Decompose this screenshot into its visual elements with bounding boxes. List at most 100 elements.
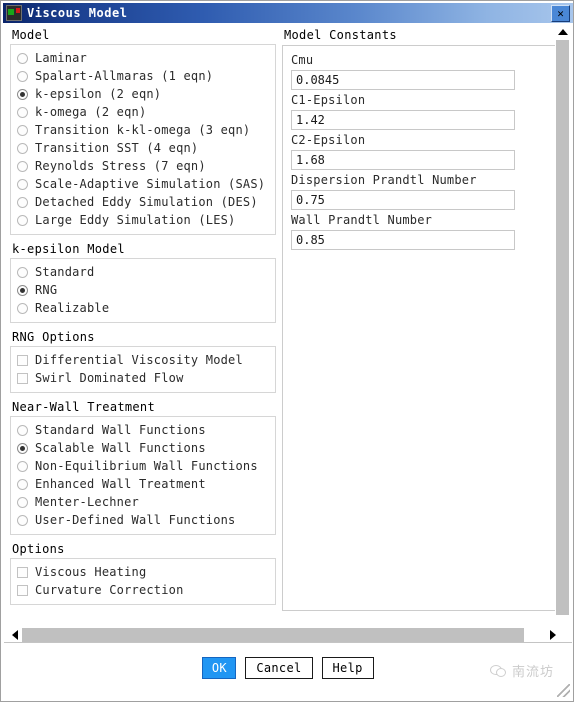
model-radio-label: Reynolds Stress (7 eqn) [35, 159, 206, 173]
vertical-scrollbar[interactable] [555, 25, 570, 623]
nearwall-radio-2[interactable]: Non-Equilibrium Wall Functions [17, 457, 269, 475]
constant-label-1: C1-Epsilon [291, 93, 366, 107]
model-radio-8[interactable]: Detached Eddy Simulation (DES) [17, 193, 269, 211]
model-radio-3[interactable]: k-omega (2 eqn) [17, 103, 269, 121]
radio-checked-icon[interactable] [17, 284, 28, 296]
nearwall-radio-label: Standard Wall Functions [35, 423, 206, 437]
constant-input-2[interactable] [291, 150, 515, 170]
rng-checkbox-0[interactable]: Differential Viscosity Model [17, 351, 269, 369]
rng-options-group-label: RNG Options [12, 330, 95, 344]
radio-unchecked-icon[interactable] [17, 160, 28, 172]
model-radio-label: Detached Eddy Simulation (DES) [35, 195, 258, 209]
rng-checkbox-label: Differential Viscosity Model [35, 353, 243, 367]
checkbox-unchecked-icon[interactable] [17, 354, 28, 366]
radio-unchecked-icon[interactable] [17, 214, 28, 226]
model-radio-6[interactable]: Reynolds Stress (7 eqn) [17, 157, 269, 175]
model-group-label: Model [12, 28, 50, 42]
radio-unchecked-icon[interactable] [17, 496, 28, 508]
model-radio-9[interactable]: Large Eddy Simulation (LES) [17, 211, 269, 229]
title-bar[interactable]: Viscous Model ✕ [3, 3, 573, 23]
model-radio-label: k-omega (2 eqn) [35, 105, 147, 119]
nearwall-radio-label: Enhanced Wall Treatment [35, 477, 206, 491]
model-radio-label: Transition SST (4 eqn) [35, 141, 199, 155]
resize-grip[interactable] [557, 684, 570, 697]
vertical-scroll-thumb[interactable] [556, 40, 569, 615]
kepsilon-radio-label: Realizable [35, 301, 110, 315]
kepsilon-radio-2[interactable]: Realizable [17, 299, 269, 317]
nearwall-radio-1[interactable]: Scalable Wall Functions [17, 439, 269, 457]
radio-unchecked-icon[interactable] [17, 142, 28, 154]
constant-input-1[interactable] [291, 110, 515, 130]
nearwall-radio-5[interactable]: User-Defined Wall Functions [17, 511, 269, 529]
radio-unchecked-icon[interactable] [17, 514, 28, 526]
options-group: Options Viscous Heating Curvature Correct… [10, 539, 276, 605]
constant-label-3: Dispersion Prandtl Number [291, 173, 477, 187]
near-wall-group-label: Near-Wall Treatment [12, 400, 155, 414]
radio-unchecked-icon[interactable] [17, 52, 28, 64]
model-radio-4[interactable]: Transition k-kl-omega (3 eqn) [17, 121, 269, 139]
constant-input-0[interactable] [291, 70, 515, 90]
model-radio-5[interactable]: Transition SST (4 eqn) [17, 139, 269, 157]
radio-unchecked-icon[interactable] [17, 124, 28, 136]
nearwall-radio-label: Non-Equilibrium Wall Functions [35, 459, 258, 473]
nearwall-radio-0[interactable]: Standard Wall Functions [17, 421, 269, 439]
dialog-content: Model Laminar Spalart-Allmaras (1 eqn) k-e… [4, 25, 572, 642]
dialog-footer: OK Cancel Help 南流坊 [4, 642, 572, 699]
radio-unchecked-icon[interactable] [17, 70, 28, 82]
constant-input-3[interactable] [291, 190, 515, 210]
options-checkbox-0[interactable]: Viscous Heating [17, 563, 269, 581]
scroll-left-icon[interactable] [7, 627, 22, 642]
rng-options-group: RNG Options Differential Viscosity Model… [10, 327, 276, 393]
model-radio-0[interactable]: Laminar [17, 49, 269, 67]
model-radio-2[interactable]: k-epsilon (2 eqn) [17, 85, 269, 103]
radio-checked-icon[interactable] [17, 442, 28, 454]
left-pane: Model Laminar Spalart-Allmaras (1 eqn) k-e… [4, 25, 276, 642]
constant-label-2: C2-Epsilon [291, 133, 366, 147]
checkbox-unchecked-icon[interactable] [17, 566, 28, 578]
model-radio-1[interactable]: Spalart-Allmaras (1 eqn) [17, 67, 269, 85]
wechat-logo-icon [489, 664, 506, 677]
model-radio-label: Large Eddy Simulation (LES) [35, 213, 236, 227]
options-checkbox-label: Viscous Heating [35, 565, 147, 579]
options-group-box: Viscous Heating Curvature Correction [10, 558, 276, 605]
radio-unchecked-icon[interactable] [17, 460, 28, 472]
model-constants-box: Cmu C1-Epsilon C2-Epsilon Dispersion Prandt… [282, 45, 560, 611]
kepsilon-group-label: k-epsilon Model [12, 242, 125, 256]
constant-input-4[interactable] [291, 230, 515, 250]
horizontal-scroll-track[interactable] [22, 627, 545, 642]
options-group-label: Options [12, 542, 65, 556]
radio-unchecked-icon[interactable] [17, 266, 28, 278]
checkbox-unchecked-icon[interactable] [17, 584, 28, 596]
ok-button[interactable]: OK [202, 657, 237, 679]
radio-unchecked-icon[interactable] [17, 302, 28, 314]
nearwall-radio-4[interactable]: Menter-Lechner [17, 493, 269, 511]
horizontal-scroll-thumb[interactable] [22, 627, 524, 642]
radio-unchecked-icon[interactable] [17, 478, 28, 490]
cancel-button[interactable]: Cancel [245, 657, 313, 679]
scroll-right-icon[interactable] [545, 627, 560, 642]
nearwall-radio-3[interactable]: Enhanced Wall Treatment [17, 475, 269, 493]
model-radio-label: Laminar [35, 51, 87, 65]
options-checkbox-1[interactable]: Curvature Correction [17, 581, 269, 599]
vertical-scroll-track[interactable] [555, 40, 570, 623]
kepsilon-radio-1[interactable]: RNG [17, 281, 269, 299]
radio-checked-icon[interactable] [17, 88, 28, 100]
rng-checkbox-1[interactable]: Swirl Dominated Flow [17, 369, 269, 387]
radio-unchecked-icon[interactable] [17, 178, 28, 190]
scroll-up-icon[interactable] [555, 25, 570, 39]
horizontal-scrollbar[interactable] [7, 627, 560, 642]
viscous-model-dialog: Viscous Model ✕ Model Laminar Spalart-All… [0, 0, 574, 702]
radio-unchecked-icon[interactable] [17, 106, 28, 118]
near-wall-group: Near-Wall Treatment Standard Wall Functi… [10, 397, 276, 535]
checkbox-unchecked-icon[interactable] [17, 372, 28, 384]
radio-unchecked-icon[interactable] [17, 424, 28, 436]
kepsilon-radio-0[interactable]: Standard [17, 263, 269, 281]
help-button[interactable]: Help [321, 657, 374, 679]
model-radio-7[interactable]: Scale-Adaptive Simulation (SAS) [17, 175, 269, 193]
close-icon[interactable]: ✕ [551, 4, 570, 22]
model-radio-label: Spalart-Allmaras (1 eqn) [35, 69, 214, 83]
kepsilon-group: k-epsilon Model Standard RNG Realizable [10, 239, 276, 323]
model-radio-label: Scale-Adaptive Simulation (SAS) [35, 177, 266, 191]
model-constants-label: Model Constants [284, 28, 397, 42]
radio-unchecked-icon[interactable] [17, 196, 28, 208]
